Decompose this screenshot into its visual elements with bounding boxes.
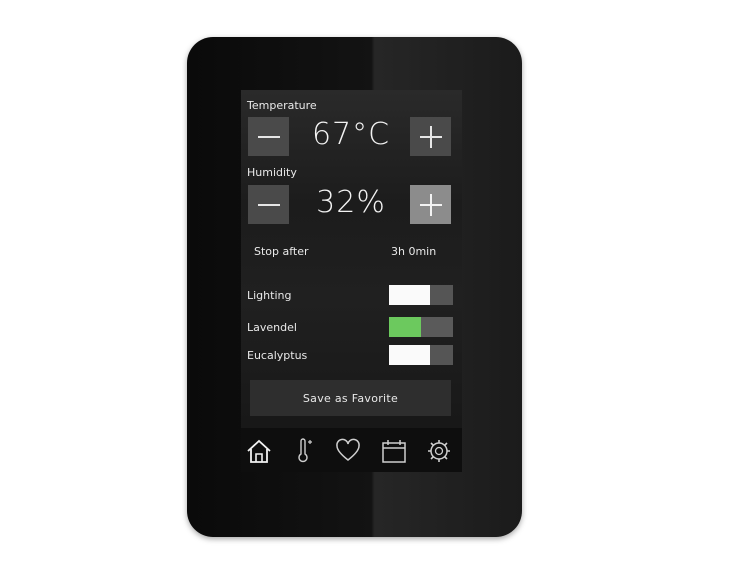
lavendel-label: Lavendel bbox=[247, 321, 297, 334]
stop-after-value[interactable]: 3h 0min bbox=[391, 245, 436, 258]
humidity-value: 32% bbox=[316, 185, 386, 220]
humidity-label: Humidity bbox=[247, 166, 297, 179]
home-icon[interactable] bbox=[246, 438, 272, 464]
calendar-icon[interactable] bbox=[381, 438, 407, 464]
lighting-toggle[interactable] bbox=[389, 285, 453, 305]
toggle-knob bbox=[389, 345, 430, 365]
plus-icon bbox=[419, 193, 442, 216]
eucalyptus-label: Eucalyptus bbox=[247, 349, 308, 362]
minus-icon bbox=[257, 203, 280, 206]
touch-screen: Temperature 67°C Humidity 32% Stop after… bbox=[241, 90, 462, 472]
temperature-increase-button[interactable] bbox=[410, 117, 451, 156]
toggle-knob bbox=[389, 285, 430, 305]
eucalyptus-toggle[interactable] bbox=[389, 345, 453, 365]
minus-icon bbox=[257, 135, 280, 138]
humidity-decrease-button[interactable] bbox=[248, 185, 289, 224]
lavendel-toggle[interactable] bbox=[389, 317, 453, 337]
temperature-value: 67°C bbox=[311, 117, 391, 152]
thermometer-icon[interactable] bbox=[291, 438, 317, 464]
save-as-favorite-button[interactable]: Save as Favorite bbox=[250, 380, 451, 416]
lighting-label: Lighting bbox=[247, 289, 292, 302]
gear-icon[interactable] bbox=[426, 438, 452, 464]
humidity-increase-button[interactable] bbox=[410, 185, 451, 224]
stop-after-label: Stop after bbox=[254, 245, 309, 258]
temperature-label: Temperature bbox=[247, 99, 317, 112]
heart-icon[interactable] bbox=[335, 438, 361, 464]
bottom-nav bbox=[241, 428, 462, 472]
plus-icon bbox=[419, 125, 442, 148]
temperature-decrease-button[interactable] bbox=[248, 117, 289, 156]
toggle-knob bbox=[389, 317, 421, 337]
